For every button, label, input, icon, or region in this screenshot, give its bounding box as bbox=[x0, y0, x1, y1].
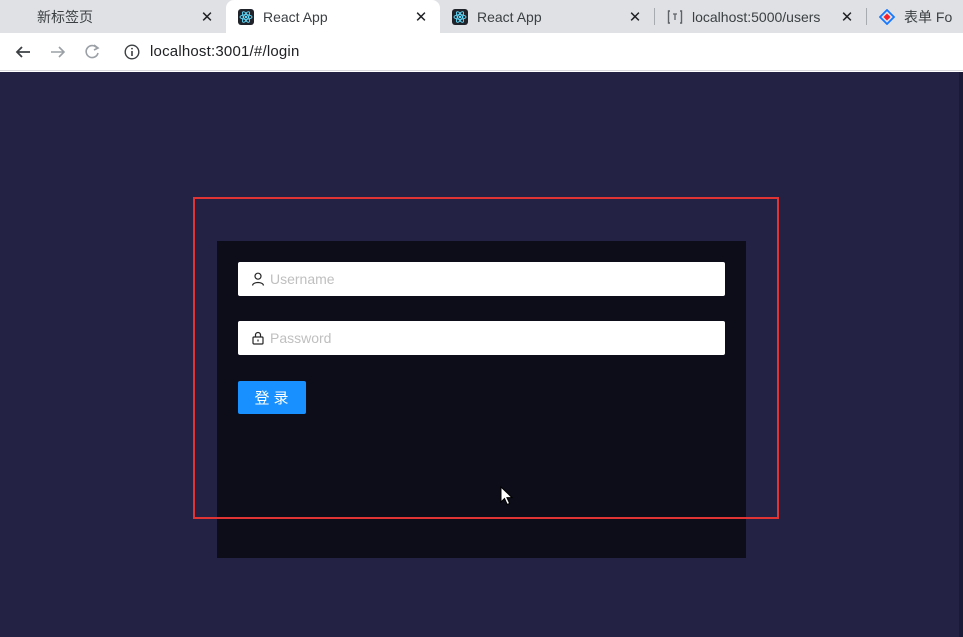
mouse-cursor-icon bbox=[500, 485, 514, 506]
tab-react-app-active[interactable]: React App ✕ bbox=[226, 0, 440, 33]
tab-new-tab[interactable]: 新标签页 ✕ bbox=[0, 0, 226, 33]
react-icon bbox=[238, 8, 254, 25]
antd-logo-icon bbox=[879, 8, 895, 25]
close-icon[interactable]: ✕ bbox=[626, 8, 644, 26]
blank-icon bbox=[12, 9, 28, 25]
username-field[interactable] bbox=[238, 262, 725, 296]
close-icon[interactable]: ✕ bbox=[838, 8, 856, 26]
tab-form[interactable]: 表单 Form bbox=[867, 0, 963, 33]
close-icon[interactable]: ✕ bbox=[412, 8, 430, 26]
scrollbar-edge bbox=[959, 72, 963, 637]
username-input[interactable] bbox=[270, 271, 700, 287]
back-arrow-icon[interactable] bbox=[12, 41, 34, 63]
user-icon bbox=[250, 271, 266, 287]
tab-react-app[interactable]: React App ✕ bbox=[440, 0, 654, 33]
lock-icon bbox=[250, 330, 266, 346]
tab-title: React App bbox=[477, 8, 542, 25]
tab-localhost-users[interactable]: localhost:5000/users ✕ bbox=[655, 0, 866, 33]
browser-toolbar: localhost:3001/#/login bbox=[0, 33, 963, 71]
code-brackets-icon bbox=[667, 9, 683, 25]
react-icon bbox=[452, 8, 468, 25]
password-input[interactable] bbox=[270, 330, 700, 346]
tab-title: 新标签页 bbox=[37, 8, 93, 25]
tab-title: 表单 Form bbox=[904, 8, 953, 25]
close-icon[interactable]: ✕ bbox=[198, 8, 216, 26]
tab-title: localhost:5000/users bbox=[692, 8, 821, 25]
forward-arrow-icon[interactable] bbox=[47, 41, 69, 63]
browser-tab-strip: 新标签页 ✕ React App ✕ React App ✕ localhost… bbox=[0, 0, 963, 33]
info-icon[interactable] bbox=[124, 44, 140, 60]
login-button[interactable]: 登录 bbox=[238, 381, 306, 414]
reload-icon[interactable] bbox=[81, 41, 103, 63]
password-field[interactable] bbox=[238, 321, 725, 355]
tab-title: React App bbox=[263, 8, 328, 25]
address-url[interactable]: localhost:3001/#/login bbox=[150, 43, 300, 60]
